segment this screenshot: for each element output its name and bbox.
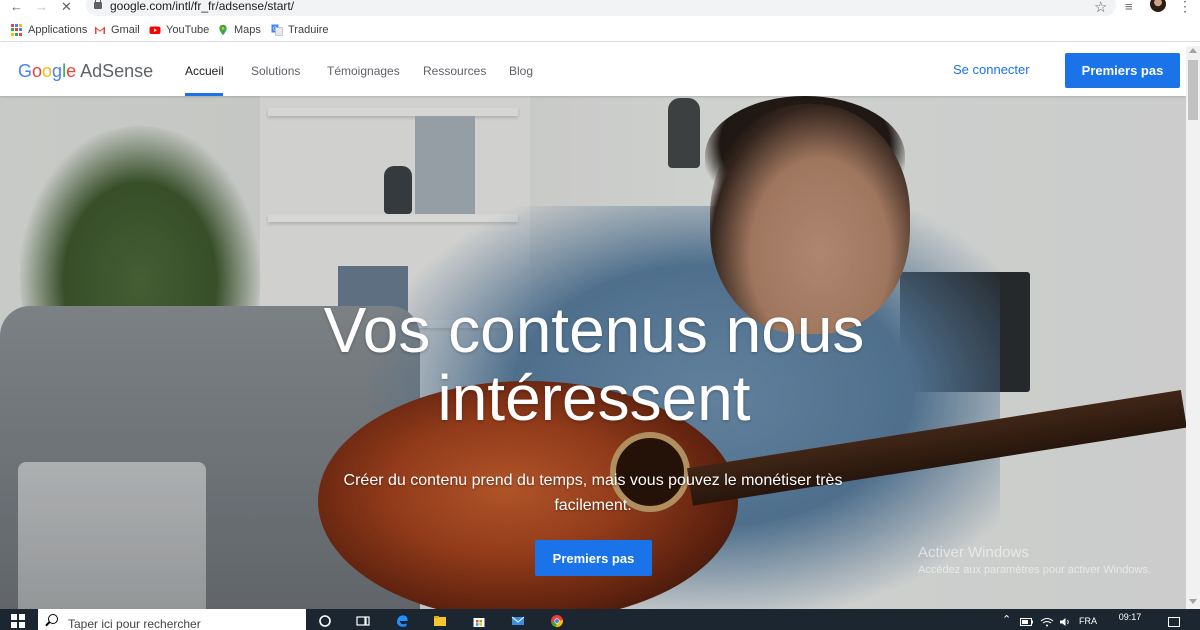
battery-icon[interactable] [1020,615,1034,629]
hero-title-line: intéressent [437,362,751,434]
scroll-up-arrow-icon[interactable] [1189,48,1197,53]
scroll-down-arrow-icon[interactable] [1189,599,1197,604]
profile-avatar[interactable] [1150,0,1166,12]
bookmark-label: Maps [234,24,261,36]
svg-text:G: G [273,27,277,33]
chrome-icon[interactable] [550,614,564,628]
watermark-title: Activer Windows [918,544,1029,561]
url-text[interactable]: google.com/intl/fr_fr/adsense/start/ [110,0,294,13]
active-nav-indicator [185,93,223,96]
google-adsense-logo[interactable]: Google AdSense [18,61,153,82]
windows-start-icon[interactable] [11,614,25,628]
gmail-icon [95,26,105,34]
apps-grid-icon [11,24,23,36]
bookmark-label: Gmail [111,24,140,36]
bookmarks-bar: Applications Gmail YouTube Maps G Tradui… [0,20,1200,42]
hero-title: Vos contenus nous intéressent [290,296,898,432]
nav-ressources[interactable]: Ressources [423,64,486,78]
mail-icon[interactable] [511,614,525,628]
windows-taskbar: Taper ici pour rechercher ⌃ FRA 09:17 [0,609,1200,630]
browser-menu-icon[interactable]: ⋮ [1178,0,1192,15]
bookmark-maps[interactable]: Maps [217,24,261,36]
translate-icon: G [271,24,283,36]
cortana-icon[interactable] [318,614,332,628]
bookmark-gmail[interactable]: Gmail [94,24,140,36]
address-bar[interactable]: google.com/intl/fr_fr/adsense/start/ [86,0,1116,16]
task-view-icon[interactable] [356,614,370,628]
windows-activation-watermark: Activer Windows Accédez aux paramètres p… [918,544,1151,576]
file-explorer-icon[interactable] [433,614,447,628]
nav-accueil[interactable]: Accueil [185,64,224,78]
taskbar-search-box[interactable]: Taper ici pour rechercher [38,609,306,630]
media-queue-icon[interactable]: ≡ [1125,0,1133,14]
header-get-started-button[interactable]: Premiers pas [1065,53,1180,88]
maps-pin-icon [219,24,227,36]
hero-section: Vos contenus nous intéressent Créer du c… [0,96,1186,609]
hero-title-line: Vos contenus nous [323,294,865,366]
bookmark-label: YouTube [166,24,210,36]
nav-temoignages[interactable]: Témoignages [327,64,400,78]
bookmark-star-icon[interactable]: ☆ [1094,0,1107,16]
watermark-subtitle: Accédez aux paramètres pour activer Wind… [918,564,1151,576]
bookmark-youtube[interactable]: YouTube [149,24,209,36]
taskbar-search-placeholder[interactable]: Taper ici pour rechercher [68,617,201,630]
scroll-thumb[interactable] [1188,60,1198,120]
forward-arrow-icon[interactable]: → [35,0,48,13]
bookmark-label: Applications [28,24,88,36]
adsense-wordmark: AdSense [80,61,154,81]
bookmark-translate[interactable]: G Traduire [271,24,329,36]
tray-chevron-up-icon[interactable]: ⌃ [1002,613,1011,626]
wifi-icon[interactable] [1040,615,1054,629]
bookmark-applications[interactable]: Applications [11,24,87,36]
store-icon[interactable] [472,614,486,628]
search-icon [48,614,58,624]
youtube-icon [149,26,161,34]
hero-subtitle: Créer du contenu prend du temps, mais vo… [343,472,843,514]
back-arrow-icon[interactable]: ← [10,0,23,13]
edge-icon[interactable] [395,614,409,628]
hero-get-started-button[interactable]: Premiers pas [535,540,652,576]
lock-icon [94,0,102,9]
stop-loading-icon[interactable]: ✕ [61,0,72,13]
taskbar-clock[interactable]: 09:17 [1108,612,1152,622]
volume-icon[interactable] [1059,615,1073,629]
page-scrollbar[interactable] [1186,46,1200,609]
notifications-icon[interactable] [1168,617,1180,627]
bookmark-label: Traduire [288,24,329,36]
nav-blog[interactable]: Blog [509,64,533,78]
language-indicator[interactable]: FRA [1079,616,1097,626]
sign-in-link[interactable]: Se connecter [953,62,1030,77]
google-wordmark: Google [18,61,77,81]
nav-solutions[interactable]: Solutions [251,64,300,78]
site-header: Google AdSense Accueil Solutions Témoigna… [0,46,1186,96]
browser-toolbar: ← → ✕ google.com/intl/fr_fr/adsense/star… [0,0,1200,20]
